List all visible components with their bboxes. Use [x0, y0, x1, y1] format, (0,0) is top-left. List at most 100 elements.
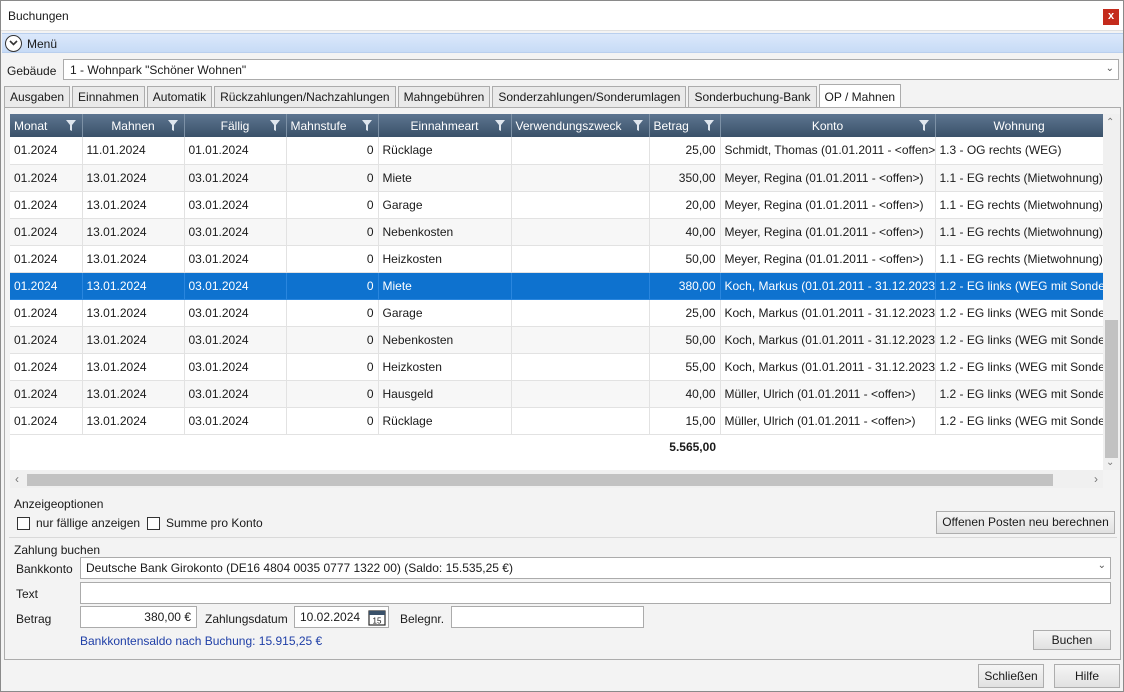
- table-row[interactable]: 01.2024 13.01.2024 03.01.2024 0 Garage 20,00 M…: [10, 191, 1103, 219]
- table-cell[interactable]: Koch, Markus (01.01.2011 - 31.12.2023): [720, 299, 936, 327]
- horizontal-scrollbar[interactable]: ‹ ›: [10, 470, 1103, 488]
- column-header-einnahmeart[interactable]: Einnahmeart: [378, 114, 512, 137]
- filter-icon[interactable]: [918, 120, 929, 131]
- table-cell[interactable]: 01.2024: [10, 299, 83, 327]
- table-cell[interactable]: 0: [286, 353, 379, 381]
- table-cell[interactable]: Rücklage: [378, 137, 512, 165]
- table-cell[interactable]: [511, 164, 650, 192]
- table-cell[interactable]: 1.1 - EG rechts (Mietwohnung): [935, 245, 1103, 273]
- table-cell[interactable]: 03.01.2024: [184, 407, 287, 435]
- column-header-mahnen[interactable]: Mahnen: [82, 114, 185, 137]
- table-cell[interactable]: 1.2 - EG links (WEG mit Sondere: [935, 380, 1103, 408]
- column-header-verwendungszweck[interactable]: Verwendungszweck: [511, 114, 650, 137]
- scroll-down-icon[interactable]: ⌄: [1106, 457, 1114, 468]
- table-cell[interactable]: [511, 353, 650, 381]
- table-cell[interactable]: 03.01.2024: [184, 380, 287, 408]
- table-cell[interactable]: [511, 380, 650, 408]
- table-row[interactable]: 01.2024 13.01.2024 03.01.2024 0 Heizkosten 50…: [10, 245, 1103, 273]
- calendar-icon[interactable]: 15: [368, 608, 386, 626]
- table-cell[interactable]: [511, 326, 650, 354]
- close-window-button[interactable]: x: [1103, 9, 1119, 25]
- checkbox-box[interactable]: [147, 516, 160, 530]
- sum-per-account-label[interactable]: Summe pro Konto: [166, 516, 263, 530]
- table-cell[interactable]: 11.01.2024: [82, 137, 185, 165]
- column-header-konto[interactable]: Konto: [720, 114, 936, 137]
- building-select[interactable]: 1 - Wohnpark "Schöner Wohnen" ⌄: [63, 59, 1119, 80]
- column-header-betrag[interactable]: Betrag: [649, 114, 721, 137]
- table-row[interactable]: 01.2024 13.01.2024 03.01.2024 0 Miete 350,00 M…: [10, 164, 1103, 192]
- table-cell[interactable]: 0: [286, 218, 379, 246]
- table-cell[interactable]: 0: [286, 272, 379, 300]
- bank-account-select[interactable]: Deutsche Bank Girokonto (DE16 4804 0035 …: [80, 557, 1111, 579]
- table-cell[interactable]: 1.2 - EG links (WEG mit Sondere: [935, 326, 1103, 354]
- table-cell[interactable]: 03.01.2024: [184, 326, 287, 354]
- table-cell[interactable]: 03.01.2024: [184, 272, 287, 300]
- table-cell[interactable]: 25,00: [649, 137, 721, 165]
- table-cell[interactable]: [511, 407, 650, 435]
- table-cell[interactable]: 01.2024: [10, 380, 83, 408]
- table-cell[interactable]: Meyer, Regina (01.01.2011 - <offen>): [720, 218, 936, 246]
- filter-icon[interactable]: [167, 120, 178, 131]
- close-button[interactable]: Schließen: [978, 664, 1044, 688]
- table-cell[interactable]: 1.2 - EG links (WEG mit Sondere: [935, 299, 1103, 327]
- column-header-faellig[interactable]: Fällig: [184, 114, 287, 137]
- table-cell[interactable]: Miete: [378, 164, 512, 192]
- table-cell[interactable]: 01.2024: [10, 137, 83, 165]
- table-cell[interactable]: 350,00: [649, 164, 721, 192]
- filter-icon[interactable]: [65, 120, 76, 131]
- table-cell[interactable]: 1.2 - EG links (WEG mit Sondere: [935, 353, 1103, 381]
- table-row[interactable]: 01.2024 11.01.2024 01.01.2024 0 Rücklage 25,0…: [10, 137, 1103, 165]
- table-cell[interactable]: 1.2 - EG links (WEG mit Sondere: [935, 272, 1103, 300]
- table-cell[interactable]: 50,00: [649, 326, 721, 354]
- table-row[interactable]: 01.2024 13.01.2024 03.01.2024 0 Hausgeld 40,0…: [10, 380, 1103, 408]
- chevron-down-icon[interactable]: ⌄: [1098, 560, 1106, 571]
- table-cell[interactable]: 01.2024: [10, 191, 83, 219]
- chevron-down-icon[interactable]: [5, 35, 22, 52]
- vertical-scroll-thumb[interactable]: [1105, 320, 1118, 458]
- table-cell[interactable]: 13.01.2024: [82, 407, 185, 435]
- filter-icon[interactable]: [703, 120, 714, 131]
- table-cell[interactable]: Rücklage: [378, 407, 512, 435]
- tab-automatik[interactable]: Automatik: [146, 86, 213, 107]
- table-cell[interactable]: Schmidt, Thomas (01.01.2011 - <offen>): [720, 137, 936, 165]
- table-cell[interactable]: Koch, Markus (01.01.2011 - 31.12.2023): [720, 326, 936, 354]
- table-cell[interactable]: 25,00: [649, 299, 721, 327]
- table-cell[interactable]: 40,00: [649, 380, 721, 408]
- recalculate-button[interactable]: Offenen Posten neu berechnen: [936, 511, 1115, 534]
- chevron-down-icon[interactable]: ⌄: [1106, 63, 1114, 74]
- column-header-monat[interactable]: Monat: [10, 114, 83, 137]
- table-cell[interactable]: 01.2024: [10, 164, 83, 192]
- table-cell[interactable]: 03.01.2024: [184, 353, 287, 381]
- table-cell[interactable]: 0: [286, 299, 379, 327]
- tab-ausgaben[interactable]: Ausgaben: [4, 86, 71, 107]
- table-row[interactable]: 01.2024 13.01.2024 03.01.2024 0 Nebenkosten 5…: [10, 326, 1103, 354]
- table-cell[interactable]: Heizkosten: [378, 353, 512, 381]
- tab-sonderzahlungen[interactable]: Sonderzahlungen/Sonderumlagen: [492, 86, 687, 107]
- table-cell[interactable]: Meyer, Regina (01.01.2011 - <offen>): [720, 191, 936, 219]
- scroll-right-icon[interactable]: ›: [1094, 472, 1098, 486]
- table-cell[interactable]: 13.01.2024: [82, 353, 185, 381]
- table-cell[interactable]: 03.01.2024: [184, 299, 287, 327]
- table-cell[interactable]: 40,00: [649, 218, 721, 246]
- tab-op-mahnen[interactable]: OP / Mahnen: [818, 84, 902, 107]
- table-cell[interactable]: 1.1 - EG rechts (Mietwohnung): [935, 191, 1103, 219]
- table-cell[interactable]: Koch, Markus (01.01.2011 - 31.12.2023): [720, 353, 936, 381]
- table-cell[interactable]: 0: [286, 407, 379, 435]
- table-row[interactable]: 01.2024 13.01.2024 03.01.2024 0 Miete 380,00 K…: [10, 272, 1103, 300]
- table-row[interactable]: 01.2024 13.01.2024 03.01.2024 0 Nebenkosten 4…: [10, 218, 1103, 246]
- book-button[interactable]: Buchen: [1033, 630, 1111, 650]
- amount-field[interactable]: 380,00 €: [80, 606, 197, 628]
- column-header-mahnstufe[interactable]: Mahnstufe: [286, 114, 379, 137]
- text-field[interactable]: [80, 582, 1111, 604]
- table-row[interactable]: 01.2024 13.01.2024 03.01.2024 0 Rücklage 15,0…: [10, 407, 1103, 435]
- menu-label[interactable]: Menü: [27, 37, 57, 51]
- table-cell[interactable]: 20,00: [649, 191, 721, 219]
- table-cell[interactable]: Meyer, Regina (01.01.2011 - <offen>): [720, 164, 936, 192]
- due-only-checkbox[interactable]: nur fällige anzeigen: [17, 516, 140, 530]
- table-cell[interactable]: 13.01.2024: [82, 299, 185, 327]
- filter-icon[interactable]: [361, 120, 372, 131]
- table-cell[interactable]: 1.1 - EG rechts (Mietwohnung): [935, 164, 1103, 192]
- table-cell[interactable]: Koch, Markus (01.01.2011 - 31.12.2023): [720, 272, 936, 300]
- scroll-left-icon[interactable]: ‹: [15, 472, 19, 486]
- table-cell[interactable]: [511, 218, 650, 246]
